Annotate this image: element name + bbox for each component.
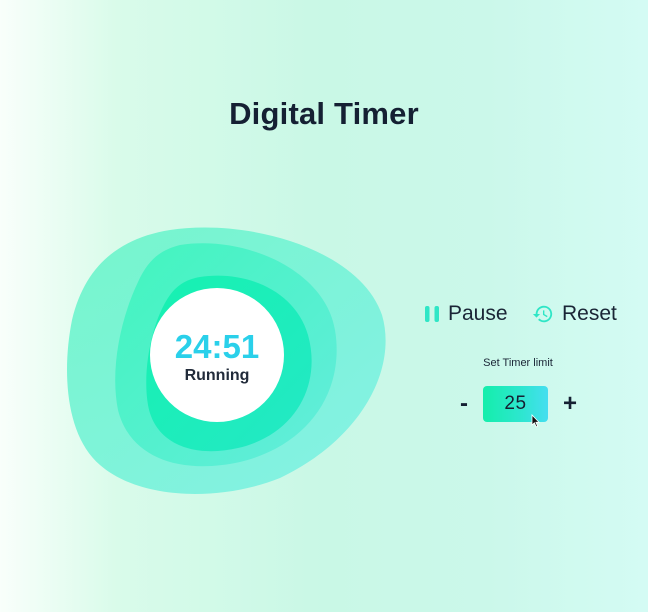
timer-limit-label: Set Timer limit [483, 357, 553, 369]
reset-button[interactable]: Reset [532, 296, 617, 332]
increment-button[interactable]: + [558, 386, 582, 422]
page-title: Digital Timer [229, 96, 419, 131]
pause-button[interactable]: Pause [424, 296, 508, 332]
pause-icon [424, 305, 440, 323]
timer-display: 24:51 Running [150, 288, 284, 422]
decrement-button[interactable]: - [452, 386, 476, 422]
timer-limit-stepper: - 25 + [450, 386, 590, 422]
mouse-cursor-icon [531, 414, 540, 433]
timer-time: 24:51 [174, 328, 260, 365]
history-icon [532, 303, 554, 325]
pause-label: Pause [448, 302, 508, 325]
reset-label: Reset [562, 302, 617, 325]
timer-status: Running [184, 367, 250, 384]
timer-controls: Pause Reset [418, 296, 628, 332]
